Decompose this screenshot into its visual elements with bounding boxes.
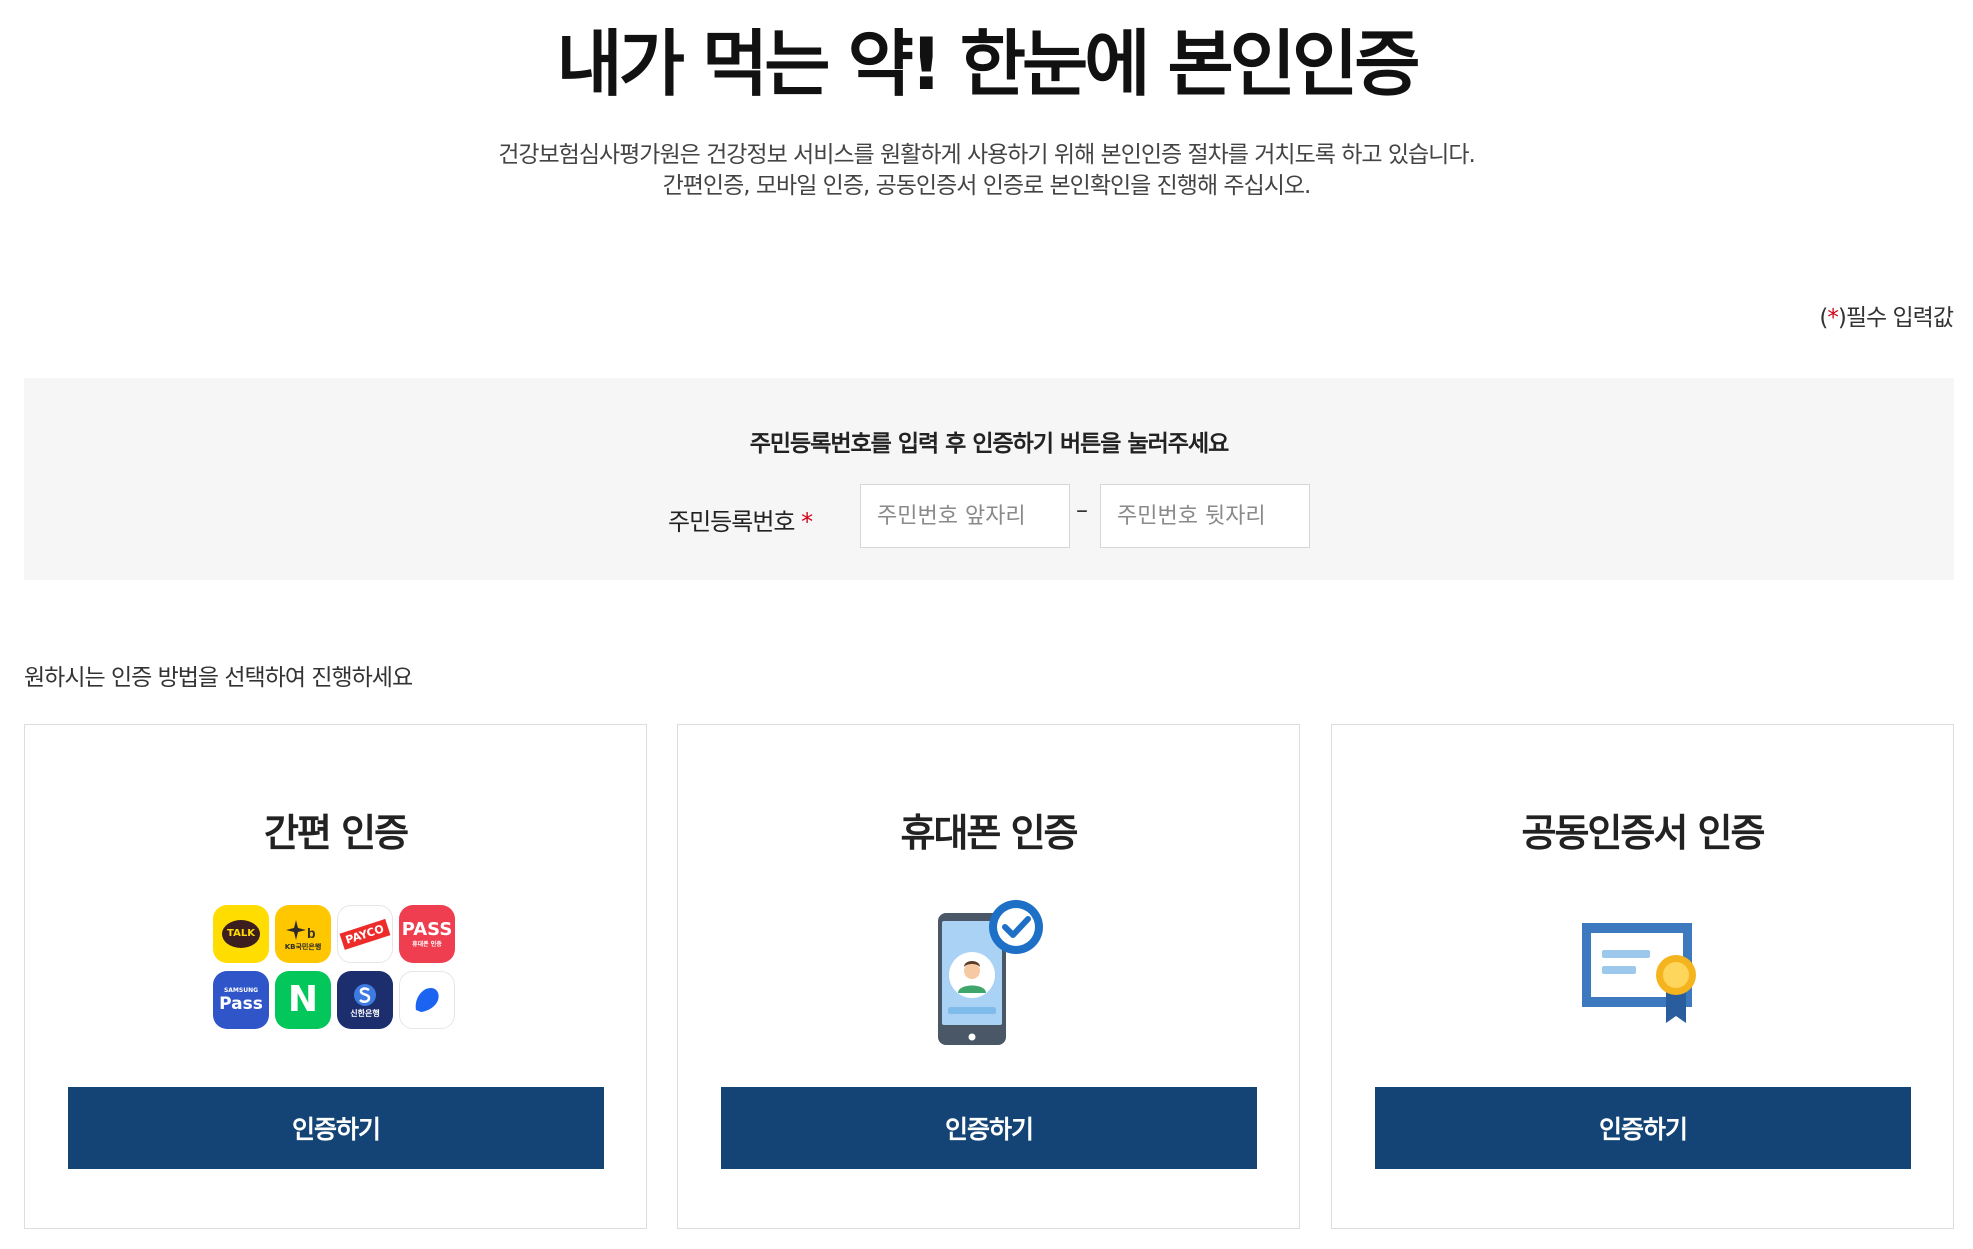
description-line-2: 간편인증, 모바일 인증, 공동인증서 인증로 본인확인을 진행해 주십시오. xyxy=(662,173,1312,199)
simple-auth-card: 간편 인증 TALK b KB국민은행 PAYCO PASS 휴대폰 인증 SA… xyxy=(24,724,647,1229)
kakaotalk-icon: TALK xyxy=(213,905,269,963)
simple-auth-app-grid: TALK b KB국민은행 PAYCO PASS 휴대폰 인증 SAMSUNG … xyxy=(213,905,455,1033)
payco-label: PAYCO xyxy=(339,918,391,950)
shinhan-logo-icon xyxy=(354,983,376,1006)
toss-logo-icon xyxy=(415,988,439,1012)
required-field-note: (*)필수 입력값 xyxy=(1819,298,1954,332)
pass-sublabel: 휴대폰 인증 xyxy=(412,940,442,948)
resident-number-dash: – xyxy=(1076,496,1088,524)
required-note-suffix: )필수 입력값 xyxy=(1837,305,1954,331)
page-description: 건강보험심사평가원은 건강정보 서비스를 원활하게 사용하기 위해 본인인증 절… xyxy=(0,140,1973,202)
required-star: * xyxy=(1827,305,1838,331)
phone-verify-icon xyxy=(938,900,1043,1045)
form-guide-text: 주민등록번호를 입력 후 인증하기 버튼을 눌러주세요 xyxy=(749,431,1230,457)
kb-label: KB국민은행 xyxy=(284,942,322,951)
resident-number-back-input[interactable] xyxy=(1100,484,1310,548)
resident-number-label: 주민등록번호 * xyxy=(668,502,813,537)
simple-auth-button[interactable]: 인증하기 xyxy=(68,1087,604,1169)
samsung-pass-label: Pass xyxy=(219,993,263,1014)
samsung-sublabel: SAMSUNG xyxy=(223,986,259,994)
resident-number-front-input[interactable] xyxy=(860,484,1070,548)
phone-auth-button[interactable]: 인증하기 xyxy=(721,1087,1257,1169)
certificate-auth-button[interactable]: 인증하기 xyxy=(1375,1087,1911,1169)
toss-icon xyxy=(399,971,455,1029)
naver-icon: N xyxy=(275,971,331,1029)
card-title: 휴대폰 인증 xyxy=(900,811,1078,855)
resident-number-form: 주민등록번호를 입력 후 인증하기 버튼을 눌러주세요 주민등록번호 * – xyxy=(24,378,1954,580)
shinhan-bank-icon: 신한은행 xyxy=(337,971,393,1029)
method-guide-text: 원하시는 인증 방법을 선택하여 진행하세요 xyxy=(24,665,413,691)
kb-star-icon: b xyxy=(286,919,316,941)
shinhan-label: 신한은행 xyxy=(350,1008,380,1018)
description-line-1: 건강보험심사평가원은 건강정보 서비스를 원활하게 사용하기 위해 본인인증 절… xyxy=(498,142,1476,168)
kb-bank-icon: b KB국민은행 xyxy=(275,905,331,963)
certificate-auth-card: 공동인증서 인증 인증하기 xyxy=(1331,724,1954,1229)
svg-text:b: b xyxy=(307,925,316,941)
page-title: 내가 먹는 약! 한눈에 본인인증 xyxy=(556,22,1421,106)
pass-label: PASS xyxy=(401,918,453,940)
certificate-icon xyxy=(1582,923,1696,1023)
card-title: 간편 인증 xyxy=(263,811,409,855)
kakaotalk-label: TALK xyxy=(222,920,260,948)
payco-icon: PAYCO xyxy=(337,905,393,963)
card-title: 공동인증서 인증 xyxy=(1521,811,1766,855)
required-star: * xyxy=(801,508,813,536)
naver-label: N xyxy=(287,979,319,1020)
phone-auth-card: 휴대폰 인증 인증하기 xyxy=(677,724,1300,1229)
resident-number-label-text: 주민등록번호 xyxy=(668,508,795,536)
samsung-pass-icon: SAMSUNG Pass xyxy=(213,971,269,1029)
pass-icon: PASS 휴대폰 인증 xyxy=(399,905,455,963)
